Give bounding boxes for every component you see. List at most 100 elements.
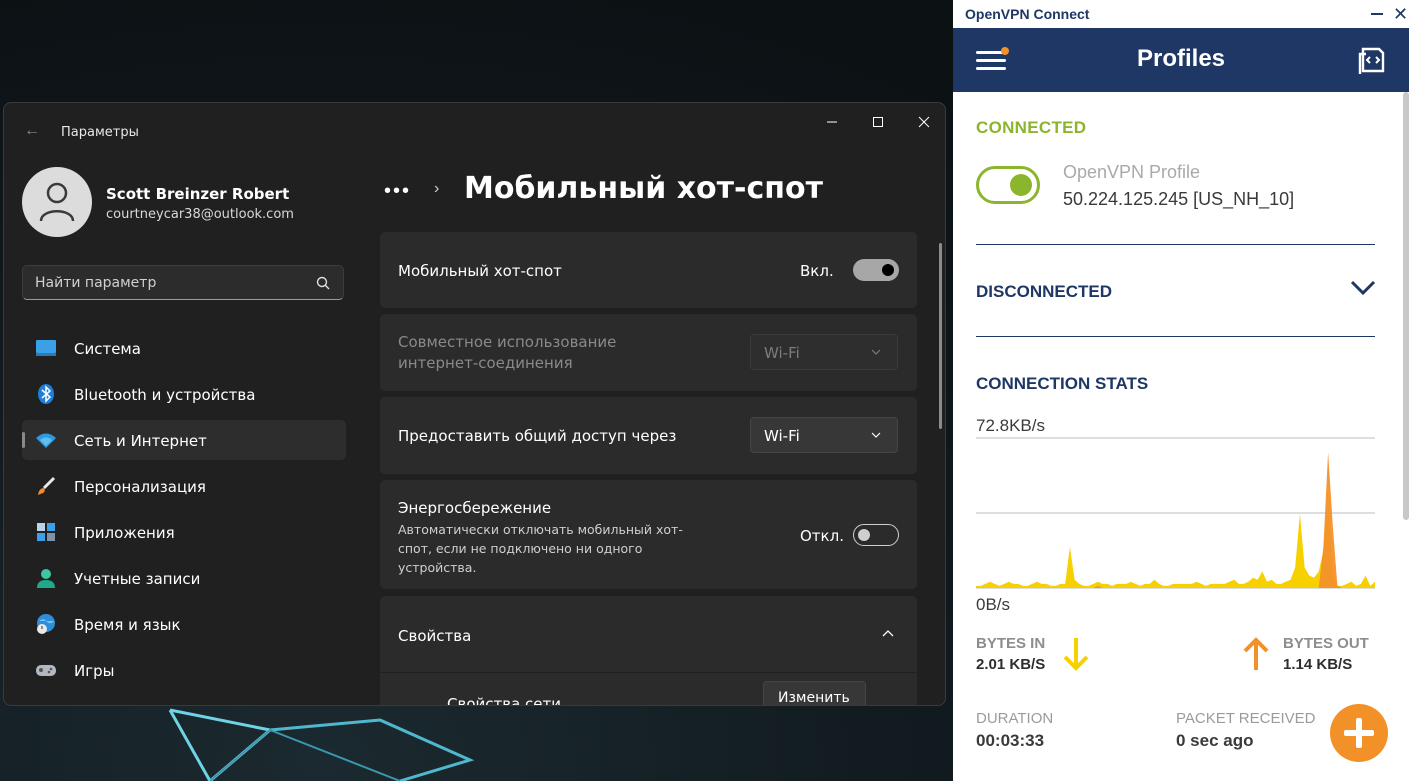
chevron-right-icon: › <box>434 180 440 197</box>
hotspot-label: Мобильный хот-спот <box>398 262 562 280</box>
import-profile-icon[interactable] <box>1357 45 1387 75</box>
person-icon <box>37 569 55 588</box>
series-area-bytes-out <box>976 452 1375 588</box>
profile-server: 50.224.125.245 [US_NH_10] <box>1063 189 1295 209</box>
connection-toggle[interactable] <box>976 166 1040 204</box>
bytes-out-value: 1.14 KB/S <box>1283 656 1353 673</box>
hotspot-toggle[interactable] <box>853 259 899 281</box>
user-email: courtneycar38@outlook.com <box>106 207 294 222</box>
packet-received-value: 0 sec ago <box>1176 731 1254 750</box>
close-button[interactable] <box>901 107 945 137</box>
sidebar-item-gaming[interactable]: Игры <box>22 650 346 690</box>
sidebar-item-label: Приложения <box>74 524 175 542</box>
add-profile-button[interactable] <box>1330 704 1388 762</box>
sidebar-item-bluetooth[interactable]: Bluetooth и устройства <box>22 374 346 414</box>
arrow-down-icon <box>1063 638 1089 671</box>
share-from-card: Совместное использование интернет-соедин… <box>380 314 917 391</box>
share-over-card: Предоставить общий доступ через Wi-Fi <box>380 397 917 474</box>
vpn-window-title: OpenVPN Connect <box>965 6 1090 22</box>
dropdown-value: Wi-Fi <box>764 427 800 445</box>
power-saving-label: Энергосбережение <box>398 499 552 517</box>
share-from-label: Совместное использование интернет-соедин… <box>398 333 617 372</box>
wallpaper-crystal-art <box>168 708 475 781</box>
vpn-close-button[interactable]: ✕ <box>1393 4 1408 24</box>
packet-received-label: PACKET RECEIVED <box>1176 710 1316 727</box>
sidebar-item-label: Время и язык <box>74 616 181 634</box>
connection-stats-label: CONNECTION STATS <box>976 374 1149 393</box>
power-saving-description: Автоматически отключать мобильный хот-сп… <box>398 522 683 575</box>
globe-clock-icon <box>37 614 55 634</box>
chevron-down-icon <box>871 432 881 438</box>
search-input[interactable]: Найти параметр <box>22 265 344 300</box>
dropdown-value: Wi-Fi <box>764 344 800 362</box>
power-saving-card: Энергосбережение Автоматически отключать… <box>380 480 917 589</box>
title-bar: ← Параметры <box>4 103 945 151</box>
search-placeholder: Найти параметр <box>35 275 157 291</box>
vpn-title-bar: OpenVPN Connect ✕ <box>953 0 1409 28</box>
minimize-button[interactable] <box>809 107 855 137</box>
hotspot-state: Вкл. <box>800 262 834 280</box>
share-from-dropdown: Wi-Fi <box>750 334 898 370</box>
sidebar-item-time-language[interactable]: Время и язык <box>22 604 346 644</box>
sidebar-item-label: Игры <box>74 662 115 680</box>
profile-name: OpenVPN Profile <box>1063 162 1201 182</box>
hotspot-card: Мобильный хот-спот Вкл. <box>380 232 917 308</box>
sidebar-item-system[interactable]: Система <box>22 328 346 368</box>
change-button[interactable]: Изменить <box>763 681 866 706</box>
properties-card[interactable]: Свойства <box>380 596 917 672</box>
chart-max-label: 72.8KB/s <box>976 416 1045 435</box>
connected-label: CONNECTED <box>976 118 1087 137</box>
sidebar-item-apps[interactable]: Приложения <box>22 512 346 552</box>
divider <box>976 336 1375 337</box>
person-icon <box>39 182 75 222</box>
series-area-bytes-in <box>976 501 1375 588</box>
apps-icon <box>37 523 55 541</box>
close-icon <box>918 116 930 128</box>
back-button[interactable]: ← <box>22 121 42 141</box>
chart-min-label: 0B/s <box>976 595 1011 614</box>
change-button-label: Изменить <box>778 690 850 706</box>
arrow-up-icon <box>1243 637 1269 670</box>
network-props-row: Свойства сети Изменить <box>380 673 917 706</box>
sidebar-item-label: Bluetooth и устройства <box>74 386 256 404</box>
chevron-down-icon[interactable] <box>1350 280 1376 296</box>
vpn-scrollbar[interactable] <box>1403 92 1409 520</box>
share-over-dropdown[interactable]: Wi-Fi <box>750 417 898 453</box>
gamepad-icon <box>36 665 56 676</box>
monitor-icon <box>36 340 56 356</box>
maximize-icon <box>873 117 883 127</box>
breadcrumb-more-button[interactable]: ••• <box>384 180 411 203</box>
network-props-label: Свойства сети <box>447 695 561 706</box>
duration-value: 00:03:33 <box>976 731 1045 750</box>
duration-label: DURATION <box>976 710 1054 727</box>
bluetooth-icon <box>38 384 54 404</box>
sidebar-item-label: Сеть и Интернет <box>74 432 207 450</box>
maximize-button[interactable] <box>855 107 901 137</box>
avatar <box>22 167 92 237</box>
properties-label: Свойства <box>398 627 472 645</box>
chevron-down-icon <box>871 349 881 355</box>
sidebar-item-accounts[interactable]: Учетные записи <box>22 558 346 598</box>
vpn-minimize-button[interactable] <box>1371 13 1383 15</box>
settings-window: ← Параметры Scott Breinzer Robert courtn… <box>3 102 946 706</box>
search-icon <box>316 276 330 290</box>
sidebar-item-label: Система <box>74 340 141 358</box>
connection-stats-chart <box>976 437 1375 589</box>
chevron-up-icon[interactable] <box>882 630 894 637</box>
sidebar-item-personalization[interactable]: Персонализация <box>22 466 346 506</box>
openvpn-window: OpenVPN Connect ✕ Profiles CONNECTED Ope… <box>953 0 1409 781</box>
vpn-header: Profiles <box>953 28 1409 92</box>
bytes-out-label: BYTES OUT <box>1283 635 1369 652</box>
power-saving-toggle[interactable] <box>853 524 899 546</box>
sidebar-nav: Система Bluetooth и устройства Сеть и Ин… <box>22 328 346 696</box>
share-over-label: Предоставить общий доступ через <box>398 427 677 445</box>
user-name: Scott Breinzer Robert <box>106 185 290 203</box>
power-saving-state: Откл. <box>800 527 844 545</box>
app-title: Параметры <box>61 125 139 140</box>
vpn-header-title: Profiles <box>1136 45 1226 72</box>
page-title: Мобильный хот-спот <box>464 171 824 206</box>
sidebar-item-label: Учетные записи <box>74 570 201 588</box>
scrollbar[interactable] <box>939 243 942 429</box>
sidebar-item-network[interactable]: Сеть и Интернет <box>22 420 346 460</box>
bytes-in-value: 2.01 KB/S <box>976 656 1046 673</box>
